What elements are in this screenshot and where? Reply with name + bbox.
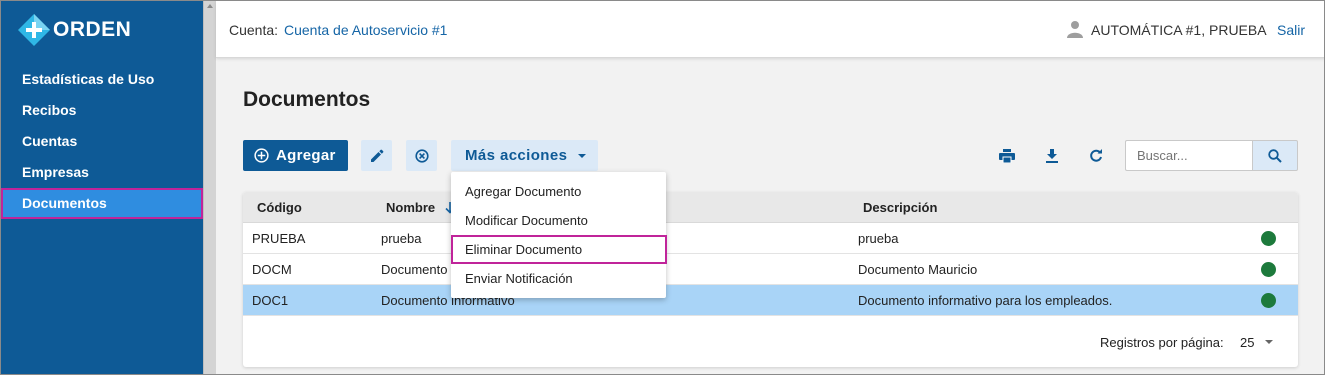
more-actions-label: Más acciones bbox=[465, 147, 568, 164]
page-size-select[interactable]: 25 bbox=[1240, 335, 1254, 350]
chevron-down-icon[interactable] bbox=[1265, 340, 1273, 344]
scrollbar[interactable] bbox=[203, 1, 216, 374]
table-row[interactable]: PRUEBA prueba prueba bbox=[243, 223, 1298, 254]
sidebar-item-documentos[interactable]: Documentos bbox=[1, 188, 203, 219]
plus-circle-icon bbox=[254, 148, 269, 163]
cell-code: PRUEBA bbox=[252, 231, 306, 246]
add-button[interactable]: Agregar bbox=[243, 140, 348, 171]
cell-name: prueba bbox=[381, 231, 422, 246]
status-active-icon bbox=[1261, 262, 1276, 277]
logo-icon bbox=[18, 14, 50, 46]
app-window: ORDEN Estadísticas de Uso Recibos Cuenta… bbox=[0, 0, 1325, 375]
edit-button[interactable] bbox=[361, 140, 392, 171]
main-content: Documentos Agregar Más acciones Buscar..… bbox=[216, 58, 1324, 374]
table-row[interactable]: DOCM Documento Mauricio Documento Mauric… bbox=[243, 254, 1298, 285]
download-icon bbox=[1046, 149, 1058, 163]
sidebar-item-recibos[interactable]: Recibos bbox=[1, 95, 203, 126]
cancel-icon bbox=[414, 148, 429, 163]
sidebar: ORDEN Estadísticas de Uso Recibos Cuenta… bbox=[1, 1, 203, 374]
cell-code: DOC1 bbox=[252, 293, 289, 308]
sidebar-nav: Estadísticas de Uso Recibos Cuentas Empr… bbox=[1, 64, 203, 219]
cancel-button[interactable] bbox=[406, 140, 437, 171]
status-active-icon bbox=[1261, 293, 1276, 308]
user-icon bbox=[1067, 21, 1083, 38]
download-button[interactable] bbox=[1042, 146, 1062, 166]
more-actions-menu: Agregar Documento Modificar Documento El… bbox=[451, 172, 667, 298]
edit-icon bbox=[370, 149, 383, 162]
cell-description: prueba bbox=[858, 231, 899, 246]
search-icon bbox=[1268, 148, 1282, 163]
column-header-description[interactable]: Descripción bbox=[863, 200, 937, 215]
more-actions-button[interactable]: Más acciones bbox=[451, 140, 598, 171]
refresh-icon bbox=[1090, 149, 1102, 162]
logout-link[interactable]: Salir bbox=[1277, 22, 1305, 38]
documents-table: Código Nombre Descripción PRUEBA prueba … bbox=[243, 192, 1298, 367]
column-header-name-label: Nombre bbox=[386, 200, 436, 215]
refresh-button[interactable] bbox=[1086, 146, 1106, 166]
column-header-code[interactable]: Código bbox=[257, 200, 302, 215]
app-logo[interactable]: ORDEN bbox=[17, 13, 131, 47]
table-row[interactable]: DOC1 Documento informativo Documento inf… bbox=[243, 285, 1298, 316]
account-label: Cuenta: bbox=[229, 22, 279, 38]
menu-item-delete-document[interactable]: Eliminar Documento bbox=[451, 235, 667, 264]
cell-code: DOCM bbox=[252, 262, 292, 277]
menu-item-edit-document[interactable]: Modificar Documento bbox=[451, 206, 666, 235]
chevron-down-icon bbox=[578, 153, 587, 158]
print-button[interactable] bbox=[997, 146, 1017, 166]
print-icon bbox=[999, 149, 1015, 163]
page-title: Documentos bbox=[243, 88, 371, 111]
menu-item-send-notification[interactable]: Enviar Notificación bbox=[451, 264, 666, 293]
account-link[interactable]: Cuenta de Autoservicio #1 bbox=[284, 22, 447, 38]
sidebar-item-estadisticas[interactable]: Estadísticas de Uso bbox=[1, 64, 203, 95]
search-button[interactable] bbox=[1252, 140, 1298, 171]
column-header-name[interactable]: Nombre bbox=[386, 200, 455, 215]
logo-text: ORDEN bbox=[53, 18, 132, 41]
cell-description: Documento Mauricio bbox=[858, 262, 978, 277]
search-input[interactable] bbox=[1125, 140, 1253, 171]
pagination-label: Registros por página: bbox=[1100, 335, 1224, 350]
cell-description: Documento informativo para los empleados… bbox=[858, 293, 1113, 308]
add-button-label: Agregar bbox=[276, 147, 336, 164]
header: Cuenta: Cuenta de Autoservicio #1 AUTOMÁ… bbox=[216, 1, 1324, 58]
sidebar-item-cuentas[interactable]: Cuentas bbox=[1, 126, 203, 157]
menu-item-add-document[interactable]: Agregar Documento bbox=[451, 177, 666, 206]
sidebar-item-empresas[interactable]: Empresas bbox=[1, 157, 203, 188]
user-name: AUTOMÁTICA #1, PRUEBA bbox=[1091, 22, 1267, 38]
status-active-icon bbox=[1261, 231, 1276, 246]
table-header: Código Nombre Descripción bbox=[243, 192, 1298, 223]
scroll-up-icon[interactable] bbox=[207, 4, 213, 8]
